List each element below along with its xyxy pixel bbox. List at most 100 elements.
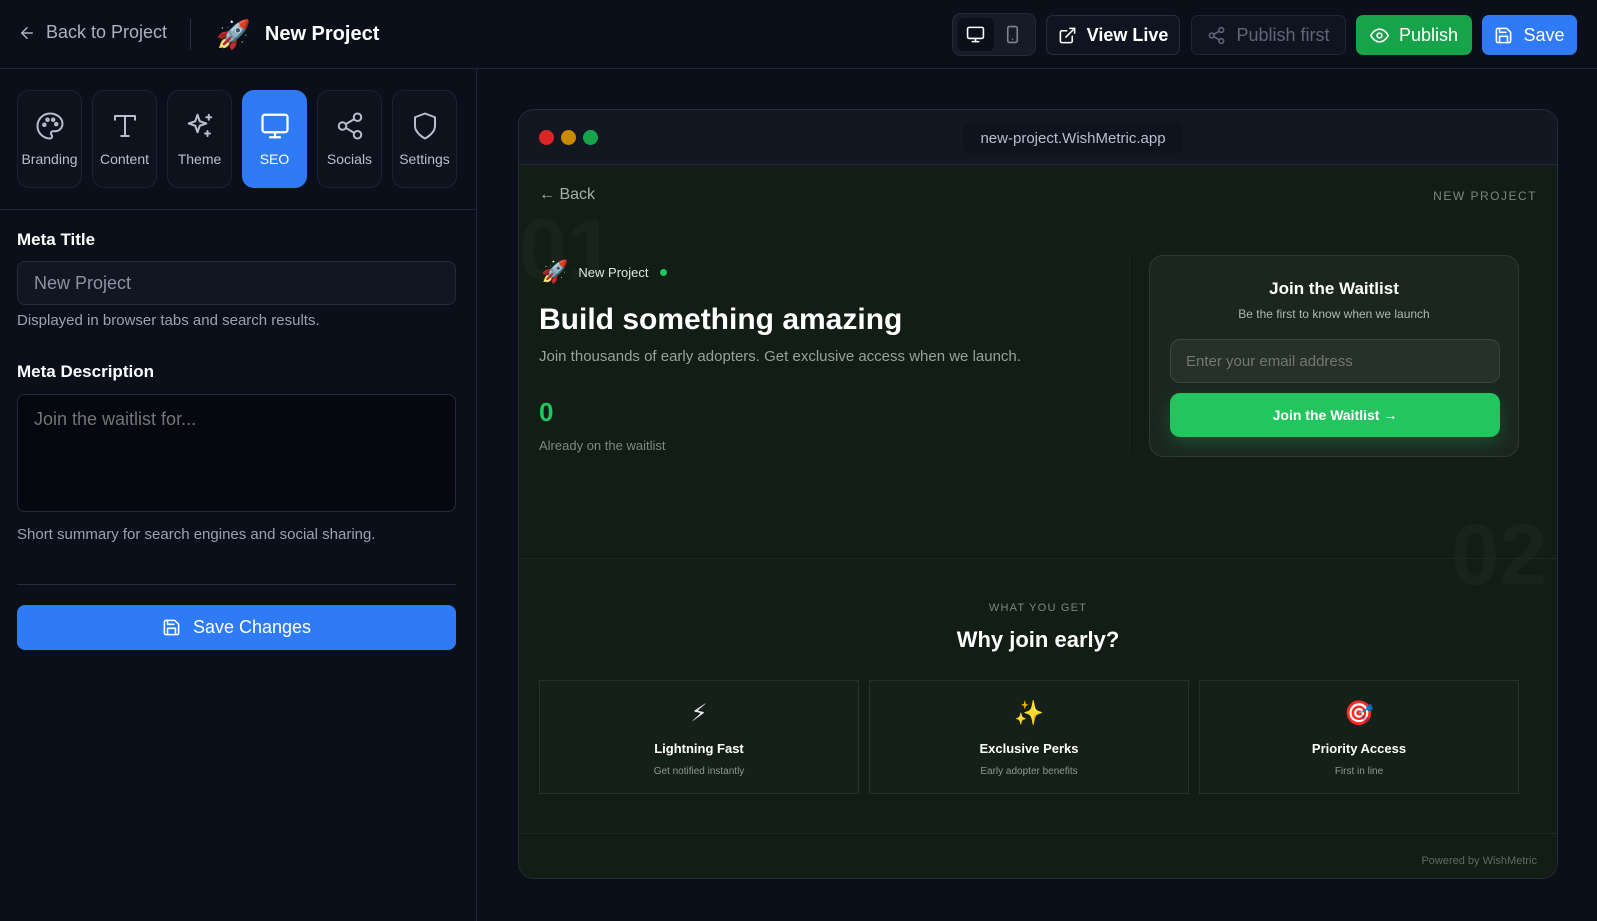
type-icon bbox=[113, 115, 136, 137]
feature-title: Exclusive Perks bbox=[979, 741, 1079, 756]
target-icon: 🎯 bbox=[1344, 700, 1374, 727]
mobile-icon bbox=[1006, 25, 1019, 44]
tab-settings[interactable]: Settings bbox=[392, 90, 457, 188]
url-bar: new-project.WishMetric.app bbox=[963, 123, 1183, 153]
landing-page-preview: 01 02 ← Back NEW PROJECT 🚀 New Project B… bbox=[519, 166, 1557, 878]
tab-theme[interactable]: Theme bbox=[167, 90, 232, 188]
waitlist-card: Join the Waitlist Be the first to know w… bbox=[1149, 255, 1519, 457]
publish-label: Publish bbox=[1398, 24, 1459, 45]
mobile-view-button[interactable] bbox=[995, 18, 1031, 51]
arrow-left-icon bbox=[21, 26, 33, 39]
browser-bar: new-project.WishMetric.app bbox=[519, 110, 1557, 165]
save-changes-button[interactable]: Save Changes bbox=[17, 605, 456, 650]
waitlist-subtitle: Be the first to know when we launch bbox=[1238, 307, 1430, 321]
email-field[interactable] bbox=[1170, 339, 1500, 383]
meta-title-help: Displayed in browser tabs and search res… bbox=[17, 312, 320, 329]
browser-preview: new-project.WishMetric.app 01 02 ← Back … bbox=[518, 109, 1558, 879]
window-minimize-dot bbox=[561, 130, 576, 145]
save-button[interactable]: Save bbox=[1482, 15, 1577, 55]
window-close-dot bbox=[539, 130, 554, 145]
eye-icon bbox=[1369, 27, 1389, 43]
tab-content[interactable]: Content bbox=[92, 90, 157, 188]
hero-title: Build something amazing bbox=[539, 303, 903, 336]
section-eyebrow: WHAT YOU GET bbox=[988, 602, 1088, 614]
view-live-button[interactable]: View Live bbox=[1046, 15, 1180, 55]
top-bar: Back to Project 🚀 New Project View Live … bbox=[0, 0, 1597, 69]
save-icon bbox=[1496, 27, 1512, 43]
desktop-view-button[interactable] bbox=[957, 18, 994, 51]
join-waitlist-button[interactable]: Join the Waitlist → bbox=[1170, 393, 1500, 437]
external-link-icon bbox=[1059, 27, 1076, 43]
features-grid: ⚡ Lightning Fast Get notified instantly … bbox=[539, 680, 1519, 794]
monitor-icon bbox=[260, 113, 289, 139]
tab-seo-label: SEO bbox=[259, 151, 290, 167]
section-number: 01 bbox=[519, 202, 615, 298]
rocket-icon: 🚀 bbox=[541, 259, 569, 284]
divider bbox=[519, 833, 1557, 834]
feature-card: 🎯 Priority Access First in line bbox=[1199, 680, 1519, 794]
divider bbox=[0, 209, 476, 210]
feature-card: ✨ Exclusive Perks Early adopter benefits bbox=[869, 680, 1189, 794]
divider bbox=[190, 19, 191, 49]
view-live-label: View Live bbox=[1086, 24, 1169, 45]
brand-row: 🚀 New Project bbox=[541, 259, 668, 285]
tab-socials-label: Socials bbox=[326, 151, 373, 167]
divider bbox=[519, 558, 1557, 559]
publish-button[interactable]: Publish bbox=[1356, 15, 1472, 55]
tab-seo[interactable]: SEO bbox=[242, 90, 307, 188]
window-maximize-dot bbox=[583, 130, 598, 145]
powered-by-footer: Powered by WishMetric bbox=[1421, 855, 1537, 867]
editor-sidebar: Branding Content Theme SEO Socials Setti… bbox=[0, 69, 477, 921]
tab-branding-label: Branding bbox=[21, 151, 78, 167]
feature-title: Priority Access bbox=[1311, 741, 1407, 756]
back-to-project-label: Back to Project bbox=[46, 22, 168, 42]
back-to-project-link[interactable]: Back to Project bbox=[18, 22, 167, 43]
waitlist-title: Join the Waitlist bbox=[1269, 279, 1399, 298]
preview-back-link[interactable]: ← Back bbox=[539, 186, 595, 204]
save-label: Save bbox=[1523, 24, 1565, 45]
meta-title-label: Meta Title bbox=[17, 230, 96, 249]
tab-settings-label: Settings bbox=[399, 151, 450, 167]
preview-project-name: NEW PROJECT bbox=[1433, 189, 1537, 203]
editor-tabs: Branding Content Theme SEO Socials Setti… bbox=[17, 90, 457, 188]
section-number: 02 bbox=[1451, 507, 1547, 603]
sparkles-icon: ✨ bbox=[1014, 700, 1044, 727]
hero-subtitle: Join thousands of early adopters. Get ex… bbox=[539, 348, 1021, 365]
share-icon bbox=[337, 112, 362, 140]
divider bbox=[1129, 254, 1130, 454]
feature-title: Lightning Fast bbox=[654, 741, 744, 756]
publish-first-button[interactable]: Publish first bbox=[1191, 15, 1346, 55]
feature-subtitle: Get notified instantly bbox=[653, 766, 745, 777]
divider bbox=[17, 584, 456, 585]
preview-area: new-project.WishMetric.app 01 02 ← Back … bbox=[478, 69, 1597, 921]
tab-theme-label: Theme bbox=[177, 151, 222, 167]
project-title: 🚀 New Project bbox=[216, 18, 379, 51]
meta-description-help: Short summary for search engines and soc… bbox=[17, 526, 376, 543]
waitlist-count: 0 bbox=[539, 397, 554, 427]
tab-socials[interactable]: Socials bbox=[317, 90, 382, 188]
project-title-text: New Project bbox=[264, 23, 380, 45]
rocket-icon: 🚀 bbox=[216, 19, 251, 50]
lightning-icon: ⚡ bbox=[690, 700, 708, 727]
section-title: Why join early? bbox=[956, 627, 1120, 652]
feature-subtitle: First in line bbox=[1334, 766, 1384, 777]
palette-icon bbox=[36, 112, 63, 140]
tab-content-label: Content bbox=[99, 151, 150, 167]
save-changes-label: Save Changes bbox=[192, 617, 312, 637]
waitlist-count-label: Already on the waitlist bbox=[539, 438, 666, 453]
meta-title-input[interactable] bbox=[17, 261, 456, 305]
shield-icon bbox=[413, 112, 436, 140]
feature-subtitle: Early adopter benefits bbox=[980, 766, 1078, 777]
share-icon bbox=[1209, 26, 1225, 44]
device-toggle bbox=[952, 13, 1036, 56]
save-icon bbox=[163, 619, 180, 636]
feature-card: ⚡ Lightning Fast Get notified instantly bbox=[539, 680, 859, 794]
sparkles-icon bbox=[187, 113, 212, 137]
desktop-icon bbox=[966, 26, 985, 43]
tab-branding[interactable]: Branding bbox=[17, 90, 82, 188]
status-dot bbox=[660, 268, 668, 276]
meta-description-input[interactable] bbox=[17, 394, 456, 512]
meta-description-label: Meta Description bbox=[17, 362, 154, 381]
brand-name: New Project bbox=[578, 264, 649, 280]
publish-first-label: Publish first bbox=[1236, 24, 1330, 45]
